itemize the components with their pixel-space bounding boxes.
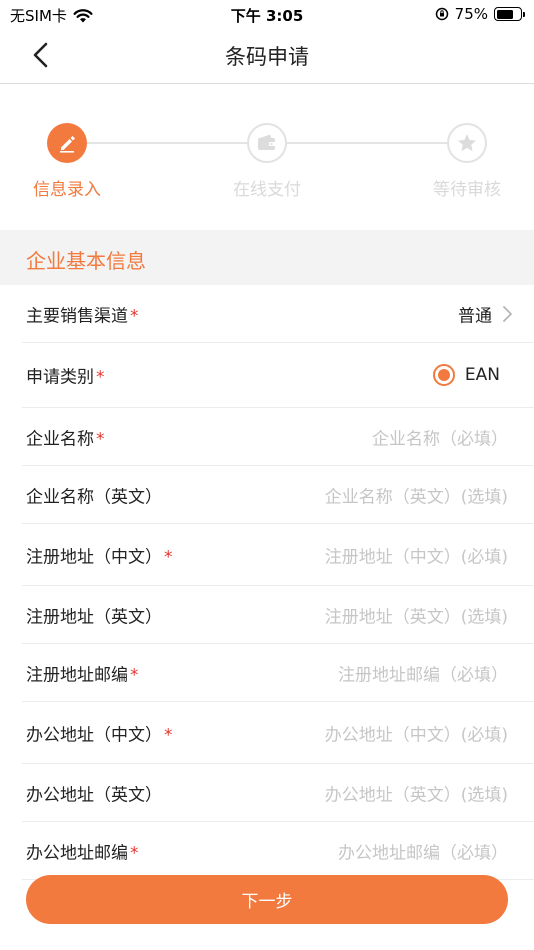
- step-online-payment: 在线支付: [202, 123, 332, 200]
- field-label: 企业名称（英文）: [26, 487, 162, 507]
- required-mark: *: [130, 843, 139, 863]
- progress-stepper: 信息录入 在线支付 等待审核: [0, 85, 534, 230]
- section-header: 企业基本信息: [0, 230, 534, 285]
- field-label: 注册地址邮编 *: [26, 665, 139, 685]
- field-label: 申请类别 *: [26, 367, 105, 388]
- step-circle: [247, 123, 287, 163]
- field-label: 注册地址（英文）: [26, 607, 162, 627]
- field-label: 办公地址邮编 *: [26, 843, 139, 863]
- step-circle: [47, 123, 87, 163]
- field-label: 主要销售渠道 *: [26, 306, 139, 326]
- required-mark: *: [96, 367, 105, 388]
- row-reg-postcode[interactable]: 注册地址邮编 * 注册地址邮编（必填）: [22, 644, 534, 702]
- radio-label: EAN: [464, 365, 500, 385]
- orientation-lock-icon: [435, 7, 448, 21]
- step-await-review: 等待审核: [402, 123, 532, 200]
- field-label: 办公地址（英文）: [26, 785, 162, 805]
- step-info-entry: 信息录入: [2, 123, 132, 200]
- row-reg-address-en[interactable]: 注册地址（英文） 注册地址（英文）(选填): [22, 586, 534, 644]
- required-mark: *: [130, 306, 139, 326]
- office-address-en-input[interactable]: 办公地址（英文）(选填): [325, 780, 508, 805]
- reg-postcode-input[interactable]: 注册地址邮编（必填）: [338, 660, 508, 685]
- step-label: 信息录入: [33, 180, 101, 200]
- row-office-address-cn[interactable]: 办公地址（中文） * 办公地址（中文）(必填): [22, 702, 534, 764]
- company-name-input[interactable]: 企业名称（必填）: [372, 424, 508, 449]
- radio-selected-icon[interactable]: [432, 364, 455, 386]
- row-reg-address-cn[interactable]: 注册地址（中文） * 注册地址（中文）(必填): [22, 524, 534, 586]
- required-mark: *: [130, 665, 139, 685]
- chevron-right-icon: [503, 305, 512, 322]
- office-address-cn-input[interactable]: 办公地址（中文）(必填): [325, 720, 508, 745]
- required-mark: *: [164, 547, 173, 567]
- battery-icon: [494, 7, 525, 21]
- reg-address-en-input[interactable]: 注册地址（英文）(选填): [325, 602, 508, 627]
- section-title: 企业基本信息: [26, 249, 146, 273]
- required-mark: *: [164, 725, 173, 745]
- form-list: 主要销售渠道 * 普通 申请类别 * EAN 企业名称 * 企业名称（必填） 企业名称…: [0, 285, 534, 880]
- field-label: 注册地址（中文） *: [26, 547, 173, 567]
- battery-percent: 75%: [454, 5, 488, 23]
- row-company-name-en[interactable]: 企业名称（英文） 企业名称（英文）(选填): [22, 466, 534, 524]
- step-circle: [447, 123, 487, 163]
- office-postcode-input[interactable]: 办公地址邮编（必填）: [338, 838, 508, 863]
- pencil-icon: [60, 136, 75, 153]
- row-sales-channel[interactable]: 主要销售渠道 * 普通: [22, 285, 534, 343]
- radio-option-ean[interactable]: EAN: [432, 364, 500, 386]
- page-title: 条码申请: [225, 45, 309, 69]
- sales-channel-value: 普通: [458, 306, 492, 326]
- battery-fill: [496, 9, 513, 19]
- reg-address-cn-input[interactable]: 注册地址（中文）(必填): [325, 542, 508, 567]
- step-label: 等待审核: [433, 180, 501, 200]
- company-name-en-input[interactable]: 企业名称（英文）(选填): [325, 482, 508, 507]
- row-company-name[interactable]: 企业名称 * 企业名称（必填）: [22, 408, 534, 466]
- row-office-postcode[interactable]: 办公地址邮编 * 办公地址邮编（必填）: [22, 822, 534, 880]
- status-right: 75%: [435, 5, 525, 23]
- step-label: 在线支付: [233, 180, 301, 200]
- field-label: 企业名称 *: [26, 429, 105, 449]
- row-apply-category: 申请类别 * EAN: [22, 343, 534, 408]
- wallet-icon: [258, 134, 276, 150]
- required-mark: *: [96, 429, 105, 449]
- status-bar: 无SIM卡 下午 3:05 75%: [0, 0, 534, 28]
- row-office-address-en[interactable]: 办公地址（英文） 办公地址（英文）(选填): [22, 764, 534, 822]
- next-step-button[interactable]: 下一步: [26, 875, 508, 924]
- field-label: 办公地址（中文） *: [26, 725, 173, 745]
- star-icon: [458, 134, 476, 152]
- nav-bar: 条码申请: [0, 28, 534, 84]
